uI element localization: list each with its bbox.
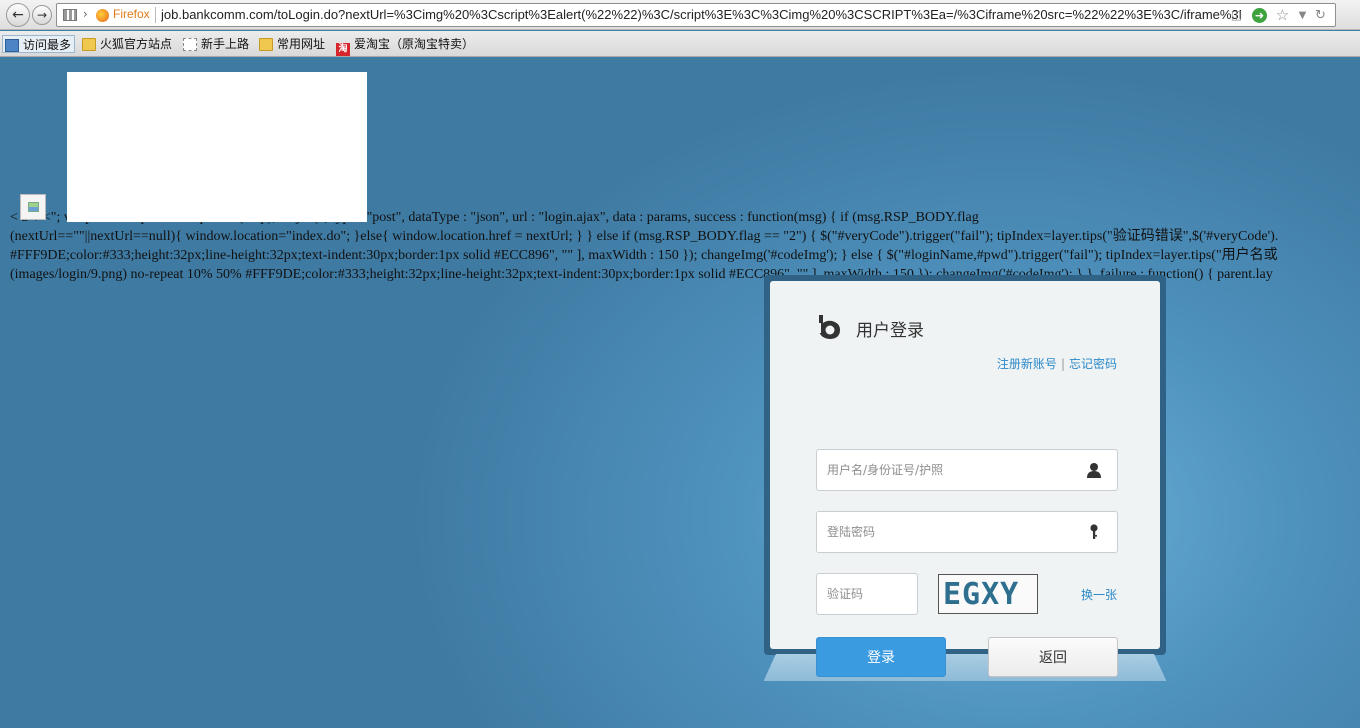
bookmark-label: 爱淘宝（原淘宝特卖） <box>354 37 475 51</box>
back-arrow-icon[interactable]: ← <box>6 3 30 27</box>
bookmarks-bar: 访问最多 火狐官方站点 新手上路 常用网址 淘爱淘宝（原淘宝特卖） <box>0 31 1360 57</box>
refresh-captcha-link[interactable]: 换一张 <box>1081 586 1117 603</box>
bookmark-firefox-site[interactable]: 火狐官方站点 <box>80 35 172 53</box>
go-icon[interactable]: ➜ <box>1252 8 1267 23</box>
url-bar[interactable]: › Firefox job.bankcomm.com/toLogin.do?ne… <box>56 3 1336 27</box>
bookmark-common-sites[interactable]: 常用网址 <box>257 35 325 53</box>
bank-logo-icon <box>816 315 840 339</box>
star-icon[interactable]: ☆ <box>1275 8 1290 23</box>
login-title: 用户登录 <box>856 321 924 341</box>
bookmark-label: 火狐官方站点 <box>100 37 173 51</box>
password-field[interactable] <box>816 511 1118 553</box>
reload-icon[interactable]: ↻ <box>1313 8 1328 23</box>
tab-groups-icon[interactable] <box>63 9 77 21</box>
bookmark-taobao[interactable]: 淘爱淘宝（原淘宝特卖） <box>334 35 475 56</box>
back-button[interactable]: 返回 <box>988 637 1118 677</box>
login-card: 用户登录 注册新账号| 忘记密码 EGXY 换一张 登录 返回 <box>770 281 1160 677</box>
page-icon <box>183 38 197 51</box>
password-input[interactable] <box>817 512 1117 552</box>
injected-iframe <box>67 72 367 222</box>
taobao-icon: 淘 <box>336 43 350 56</box>
captcha-field[interactable] <box>816 573 918 615</box>
bookmark-label: 常用网址 <box>277 37 326 51</box>
captcha-input[interactable] <box>817 574 917 614</box>
bookmark-getting-started[interactable]: 新手上路 <box>181 35 249 53</box>
bookmark-label: 访问最多 <box>23 38 72 52</box>
username-field[interactable] <box>816 449 1118 491</box>
code-line: #FFF9DE;color:#333;height:32px;line-heig… <box>10 248 1278 263</box>
browser-navbar: ← → › Firefox job.bankcomm.com/toLogin.d… <box>0 0 1360 30</box>
forward-arrow-icon[interactable]: → <box>32 5 52 25</box>
username-input[interactable] <box>817 450 1117 490</box>
dropdown-icon[interactable]: ▼ <box>1295 8 1310 23</box>
broken-image-icon <box>20 194 46 220</box>
browser-brand: Firefox <box>113 7 150 21</box>
link-divider: | <box>1060 357 1065 371</box>
url-text[interactable]: job.bankcomm.com/toLogin.do?nextUrl=%3Ci… <box>161 7 1241 22</box>
captcha-text: EGXY <box>943 577 1020 612</box>
url-divider <box>155 7 156 23</box>
bookmark-label: 新手上路 <box>201 37 250 51</box>
login-button[interactable]: 登录 <box>816 637 946 677</box>
code-line: (nextUrl==""||nextUrl==null){ window.loc… <box>10 229 1279 244</box>
user-icon <box>1087 463 1101 478</box>
register-link[interactable]: 注册新账号 <box>997 357 1057 371</box>
folder-icon <box>259 38 273 51</box>
captcha-image[interactable]: EGXY <box>938 574 1038 614</box>
chevron-right-icon: › <box>83 7 88 21</box>
bookmark-most-visited[interactable]: 访问最多 <box>2 35 76 53</box>
key-icon <box>1090 524 1098 539</box>
folder-icon <box>82 38 96 51</box>
account-links: 注册新账号 | 忘记密码 <box>997 355 1117 372</box>
forgot-password-link[interactable]: 忘记密码 <box>1069 357 1117 371</box>
database-icon[interactable]: ◫ <box>1229 8 1244 23</box>
most-visited-icon <box>5 39 19 52</box>
firefox-icon <box>96 9 109 22</box>
